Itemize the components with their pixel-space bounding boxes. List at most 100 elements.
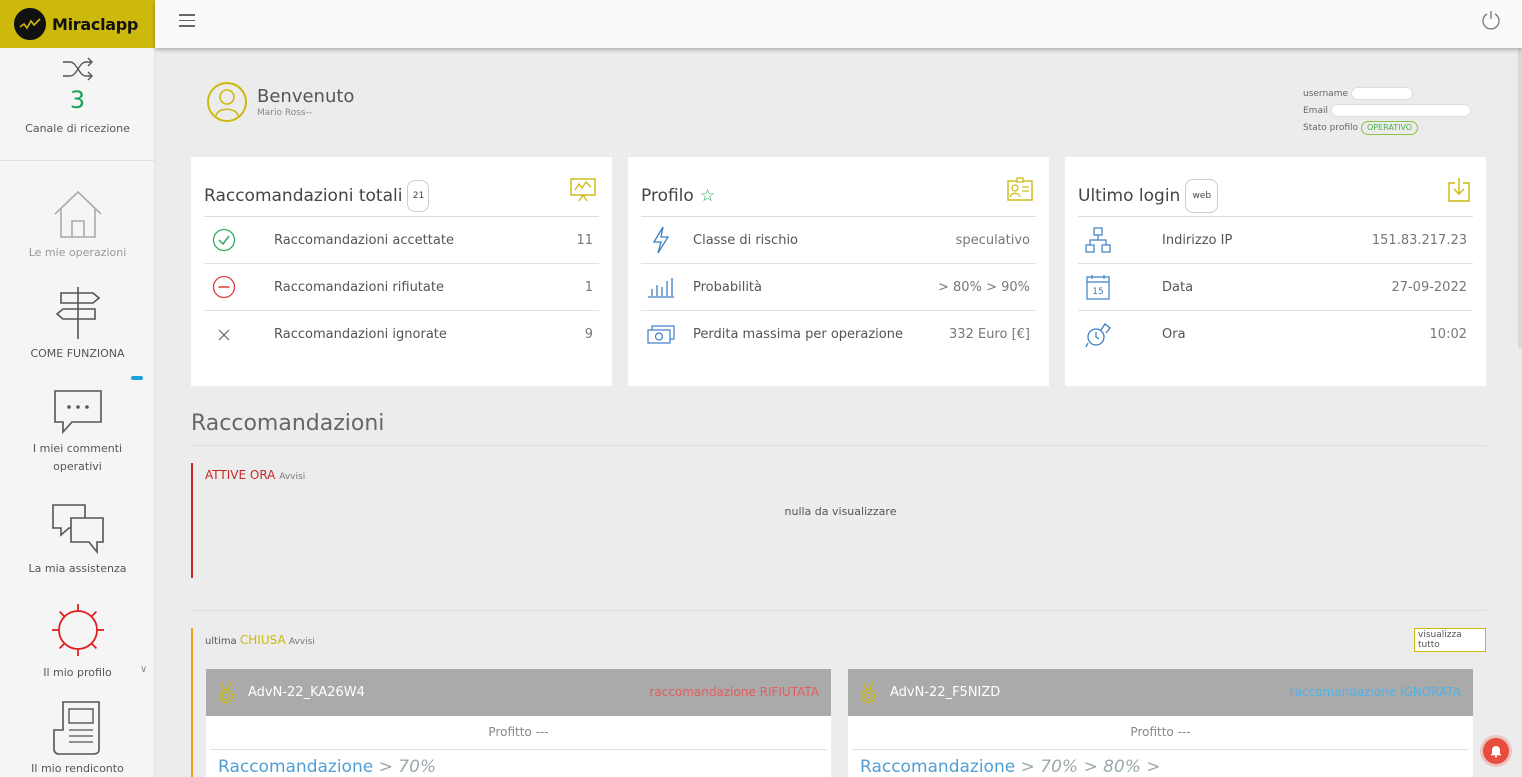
row-label: Indirizzo IP — [1162, 232, 1233, 248]
recommendation-label: Raccomandazione — [860, 757, 1016, 777]
sidebar-item-label: I miei commenti operativi — [32, 442, 123, 473]
notification-indicator — [131, 376, 143, 380]
signpost-icon — [55, 287, 100, 339]
risk-row: Classe di rischio speculativo — [641, 217, 1036, 264]
row-label: Data — [1162, 279, 1194, 295]
closed-label: CHIUSA — [239, 633, 286, 647]
section-divider — [191, 610, 1486, 611]
user-avatar-icon — [207, 82, 247, 122]
profit-label: Profitto --- — [488, 725, 549, 739]
row-value: speculativo — [955, 232, 1030, 248]
welcome-header: Benvenuto Mario Ross-- — [207, 82, 354, 122]
presentation-icon[interactable] — [569, 177, 597, 203]
recommendation-card[interactable]: AdvN-22_F5NIZD raccomandazione IGNORATA … — [848, 669, 1473, 777]
user-name: Mario Ross-- — [257, 108, 313, 118]
lightning-icon — [641, 226, 681, 254]
recommendation-value: > 70% — [378, 757, 437, 777]
ignored-row: Raccomandazioni ignorate 9 — [204, 311, 599, 358]
user-info: username Email Stato profilo OPERATIVO — [1303, 86, 1471, 137]
max-loss-row: Perdita massima per operazione 332 Euro … — [641, 311, 1036, 358]
house-icon — [53, 190, 102, 238]
power-icon[interactable] — [1480, 9, 1502, 31]
network-icon — [1078, 227, 1118, 253]
empty-message: nulla da visualizzare — [784, 505, 897, 518]
sidebar-item-label: Le mie operazioni — [28, 246, 127, 259]
star-icon: ☆ — [699, 185, 716, 206]
minus-circle-icon — [204, 275, 244, 299]
probability-row: Probabilità > 80% > 90% — [641, 264, 1036, 311]
sidebar-item-label: Il mio rendiconto — [31, 762, 124, 775]
card-title: Ultimo login — [1078, 185, 1181, 206]
sidebar-item-label: COME FUNZIONA — [30, 347, 125, 360]
chevron-down-icon[interactable]: ∨ — [140, 664, 147, 675]
calendar-icon: 15 — [1078, 274, 1118, 300]
email-field — [1330, 104, 1471, 117]
channel-count: 3 — [69, 86, 86, 114]
chat-bubble-icon — [53, 390, 102, 435]
id-card-icon[interactable] — [1006, 177, 1034, 203]
gear-icon — [51, 604, 104, 656]
date-row: 15 Data 27-09-2022 — [1078, 264, 1473, 311]
row-value: 27-09-2022 — [1391, 279, 1467, 295]
channel-widget[interactable]: 3 Canale di ricezione — [0, 56, 155, 138]
welcome-title: Benvenuto — [257, 86, 355, 107]
status-label: Stato profilo — [1303, 123, 1359, 133]
scrollbar[interactable] — [1518, 48, 1522, 348]
row-value: 332 Euro [€] — [949, 327, 1030, 342]
login-source-badge: web — [1185, 178, 1219, 213]
email-label: Email — [1303, 106, 1328, 116]
last-login-card: Ultimo login web Indirizzo IP 151.83.217… — [1065, 157, 1486, 386]
active-small-label: Avvisi — [279, 472, 306, 482]
logo-icon — [14, 8, 46, 40]
status-badge: OPERATIVO — [1360, 121, 1419, 135]
row-label: Raccomandazioni accettate — [274, 232, 454, 248]
sidebar-item-how-it-works[interactable]: COME FUNZIONA — [0, 285, 155, 363]
row-value: 151.83.217.23 — [1371, 232, 1467, 248]
rejected-row: Raccomandazioni rifiutate 1 — [204, 264, 599, 311]
accepted-row: Raccomandazioni accettate 11 — [204, 217, 599, 264]
row-label: Perdita massima per operazione — [693, 327, 903, 342]
sidebar: 3 Canale di ricezione Le mie operazioni … — [0, 48, 155, 777]
total-badge: 21 — [407, 179, 430, 212]
chat-bubbles-icon — [51, 504, 104, 555]
row-label: Ora — [1162, 327, 1186, 342]
sidebar-item-comments[interactable]: I miei commenti operativi — [0, 388, 155, 476]
recommendation-status: raccomandazione IGNORATA — [1289, 685, 1461, 699]
sidebar-divider — [0, 160, 155, 161]
row-value: 11 — [576, 232, 593, 248]
sidebar-item-operations[interactable]: Le mie operazioni — [0, 188, 155, 262]
bar-chart-icon — [641, 276, 681, 298]
view-all-button[interactable]: visualizza tutto — [1414, 628, 1486, 652]
medal-icon — [860, 681, 876, 703]
card-title: Profilo — [641, 185, 694, 206]
section-title: Raccomandazioni — [191, 411, 385, 436]
active-recommendations: ATTIVE ORA Avvisi nulla da visualizzare — [191, 463, 1486, 578]
shuffle-icon — [62, 57, 93, 81]
watch-icon — [1078, 321, 1118, 349]
card-title: Raccomandazioni totali — [204, 185, 403, 206]
row-label: Raccomandazioni rifiutate — [274, 279, 444, 295]
sidebar-item-label: Il mio profilo — [43, 666, 112, 679]
top-bar — [155, 0, 1522, 48]
row-value: > 80% > 90% — [938, 279, 1030, 295]
sidebar-item-report[interactable]: Il mio rendiconto — [0, 700, 155, 777]
row-label: Probabilità — [693, 279, 762, 295]
download-icon[interactable] — [1447, 177, 1471, 203]
brand-name: Miraclapp — [52, 14, 139, 34]
recommendation-card[interactable]: AdvN-22_KA26W4 raccomandazione RIFIUTATA… — [206, 669, 831, 777]
username-field — [1350, 87, 1413, 100]
notification-bell-icon[interactable] — [1483, 738, 1509, 764]
row-label: Classe di rischio — [693, 232, 799, 248]
brand-logo[interactable]: Miraclapp — [0, 0, 155, 48]
section-divider — [191, 445, 1486, 446]
recommendation-code: AdvN-22_KA26W4 — [248, 685, 365, 700]
recommendation-value: > 70% > 80% > — [1020, 757, 1161, 777]
row-value: 1 — [584, 279, 593, 295]
sidebar-item-assistance[interactable]: La mia assistenza — [0, 502, 155, 578]
profile-card: Profilo ☆ Classe di rischio speculativo … — [628, 157, 1049, 386]
hamburger-menu-icon[interactable] — [179, 14, 195, 28]
recommendation-status: raccomandazione RIFIUTATA — [649, 685, 819, 699]
sidebar-item-label: La mia assistenza — [28, 562, 127, 575]
money-icon — [641, 324, 681, 346]
sidebar-item-profile[interactable]: Il mio profilo — [0, 600, 155, 682]
